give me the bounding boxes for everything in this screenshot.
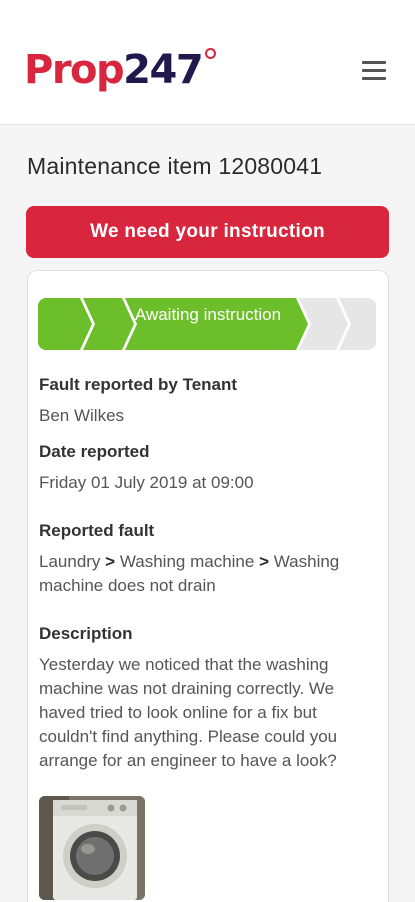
date-value: Friday 01 July 2019 at 09:00 xyxy=(39,473,254,492)
progress-current-stage-label: Awaiting instruction xyxy=(134,305,282,324)
fault-item: Washing machine xyxy=(119,552,255,571)
instruction-needed-button[interactable]: We need your instruction xyxy=(26,206,389,258)
logo-degree-icon xyxy=(205,48,217,59)
progress-step-active xyxy=(38,298,92,350)
status-progress-bar: Awaiting instruction xyxy=(38,298,376,350)
date-label: Date reported xyxy=(39,442,150,461)
description-label: Description xyxy=(39,624,133,643)
prop247-logo[interactable]: Prop247 xyxy=(24,47,217,93)
fault-path: Laundry > Washing machine > Washing mach… xyxy=(39,550,377,598)
reporter-label: Fault reported by Tenant xyxy=(39,375,238,394)
logo-text-prop: Prop xyxy=(24,47,125,93)
fault-label: Reported fault xyxy=(39,521,155,540)
top-bar: Prop247 xyxy=(0,0,415,125)
logo-text-247: 247 xyxy=(123,47,204,93)
washing-machine-photo[interactable] xyxy=(39,796,145,900)
page-title: Maintenance item 12080041 xyxy=(27,153,323,179)
fault-separator-icon: > xyxy=(105,552,116,571)
reporter-value: Ben Wilkes xyxy=(39,406,125,425)
fault-category: Laundry xyxy=(39,552,101,571)
hamburger-menu-icon[interactable] xyxy=(360,60,388,82)
fault-separator-icon: > xyxy=(259,552,270,571)
description-value: Yesterday we noticed that the washing ma… xyxy=(39,655,338,770)
